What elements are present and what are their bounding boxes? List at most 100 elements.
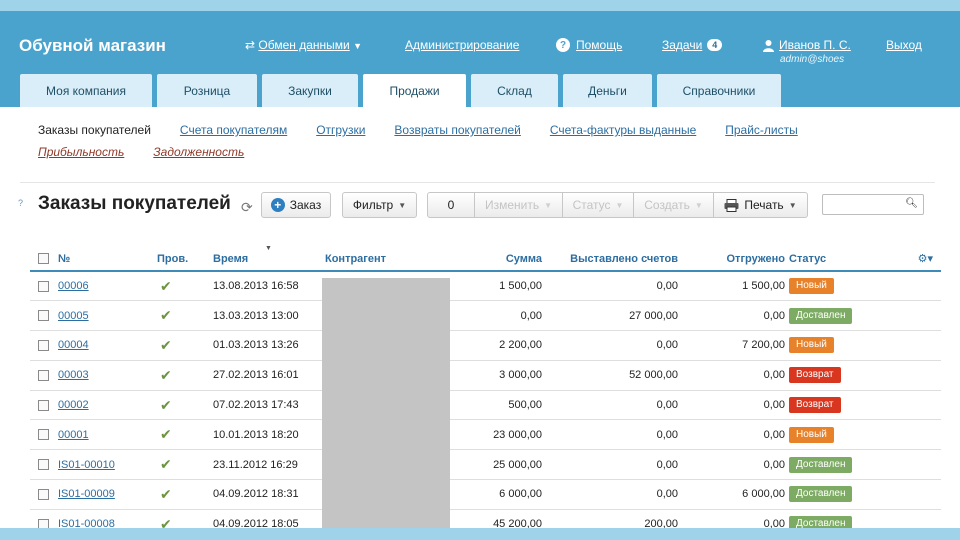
exchange-icon: ⇄ (245, 38, 256, 52)
subnav-invoices[interactable]: Счета покупателям (180, 123, 287, 137)
table-row[interactable]: IS01-00009 ✔ 04.09.2012 18:31 6 000,00 0,00 6… (30, 479, 941, 510)
row-checkbox[interactable] (38, 280, 49, 292)
row-checkbox[interactable] (38, 340, 49, 352)
order-number-link[interactable]: 00001 (58, 429, 89, 441)
subnav-price-lists[interactable]: Прайс-листы (725, 123, 798, 137)
user-menu[interactable]: Иванов П. С. admin@shoes (762, 38, 851, 65)
select-all-checkbox[interactable] (38, 253, 49, 265)
row-end-cell (893, 390, 941, 421)
column-time-label: Время (213, 252, 249, 265)
order-number-link[interactable]: 00003 (58, 369, 89, 381)
subnav-shipments[interactable]: Отгрузки (316, 123, 365, 137)
column-contractor[interactable]: Контрагент (325, 247, 449, 272)
row-checkbox[interactable] (38, 489, 49, 501)
filter-button[interactable]: Фильтр ▼ (342, 192, 417, 218)
table-row[interactable]: 00004 ✔ 01.03.2013 13:26 2 200,00 0,00 7 200,… (30, 330, 941, 361)
search-icon[interactable]: 🔍︎ (905, 198, 918, 209)
status-badge[interactable]: Доставлен (789, 516, 853, 528)
table-header-row: № Пров. Время ▼ Контрагент Сумма Выставл… (30, 245, 941, 272)
table-row[interactable]: 00006 ✔ 13.08.2013 16:58 1 500,00 0,00 1 500,… (30, 271, 941, 302)
sum-cell: 3 000,00 (449, 360, 542, 391)
subnav-returns[interactable]: Возвраты покупателей (394, 123, 520, 137)
checkmark-icon: ✔ (160, 366, 172, 383)
row-checkbox[interactable] (38, 369, 49, 381)
order-number-link[interactable]: IS01-00008 (58, 518, 115, 528)
edit-button[interactable]: Изменить ▼ (474, 192, 563, 218)
shipped-cell: 1 500,00 (678, 271, 785, 302)
user-name: Иванов П. С. (779, 38, 851, 52)
status-badge[interactable]: Доставлен (789, 486, 853, 503)
time-cell: 13.03.2013 13:00 (213, 300, 325, 332)
create-button[interactable]: Создать ▼ (633, 192, 714, 218)
select-all-cell (30, 247, 58, 272)
order-number-link[interactable]: IS01-00010 (58, 459, 115, 471)
add-order-button[interactable]: + Заказ (261, 192, 331, 218)
column-invoiced[interactable]: Выставлено счетов (542, 247, 678, 272)
checked-cell: ✔ (157, 449, 213, 481)
status-cell: Новый (785, 419, 893, 451)
order-number-link[interactable]: 00006 (58, 280, 89, 292)
row-checkbox[interactable] (38, 459, 49, 471)
time-cell: 04.09.2012 18:05 (213, 509, 325, 528)
column-checked[interactable]: Пров. (157, 247, 213, 272)
order-number-link[interactable]: 00005 (58, 310, 89, 322)
help-link[interactable]: ? Помощь (556, 38, 622, 52)
order-number-cell: 00005 (58, 300, 157, 332)
row-checkbox[interactable] (38, 399, 49, 411)
column-shipped[interactable]: Отгружено (678, 247, 785, 272)
table-row[interactable]: IS01-00010 ✔ 23.11.2012 16:29 25 000,00 0,00… (30, 449, 941, 481)
row-checkbox[interactable] (38, 518, 49, 528)
order-number-link[interactable]: IS01-00009 (58, 488, 115, 500)
tasks-link[interactable]: Задачи 4 (662, 38, 723, 52)
table-row[interactable]: 00005 ✔ 13.03.2013 13:00 0,00 27 000,00 0,00 Д… (30, 300, 941, 332)
column-number[interactable]: № (58, 247, 157, 272)
status-badge[interactable]: Новый (789, 426, 834, 443)
invoiced-cell: 0,00 (542, 419, 678, 451)
logout-link[interactable]: Выход (886, 38, 922, 52)
print-button[interactable]: Печать ▼ (713, 192, 808, 218)
tab-warehouse[interactable]: Склад (471, 74, 558, 107)
tab-company[interactable]: Моя компания (20, 74, 152, 107)
tab-references[interactable]: Справочники (657, 74, 781, 107)
status-button[interactable]: Статус ▼ (562, 192, 634, 218)
status-badge[interactable]: Новый (789, 337, 834, 354)
table-row[interactable]: 00003 ✔ 27.02.2013 16:01 3 000,00 52 000,00 0… (30, 360, 941, 391)
column-sum[interactable]: Сумма (449, 247, 542, 272)
status-cell: Доставлен (785, 300, 893, 332)
table-row[interactable]: 00002 ✔ 07.02.2013 17:43 500,00 0,00 0,00 Возв… (30, 390, 941, 421)
checked-cell: ✔ (157, 330, 213, 361)
column-time[interactable]: Время ▼ (213, 245, 325, 272)
help-mark-icon[interactable]: ? (18, 198, 23, 208)
status-badge[interactable]: Новый (789, 278, 834, 295)
table-row[interactable]: 00001 ✔ 10.01.2013 18:20 23 000,00 0,00 0,00 Н… (30, 419, 941, 451)
table-row[interactable]: IS01-00008 ✔ 04.09.2012 18:05 45 200,00 200,… (30, 509, 941, 528)
status-badge[interactable]: Доставлен (789, 456, 853, 473)
row-select-cell (30, 419, 58, 451)
tab-retail[interactable]: Розница (157, 74, 257, 107)
order-number-link[interactable]: 00002 (58, 399, 89, 411)
subnav-tax-invoices[interactable]: Счета-фактуры выданные (550, 123, 696, 137)
app-frame: Обувной магазин ⇄ Обмен данными ▼ Админи… (0, 11, 960, 528)
subnav-debt[interactable]: Задолженность (153, 145, 244, 159)
tab-purchases[interactable]: Закупки (262, 74, 358, 107)
row-end-cell (893, 449, 941, 481)
status-badge[interactable]: Возврат (789, 397, 841, 414)
search-input[interactable]: 🔍︎ (822, 194, 924, 215)
checkmark-icon: ✔ (160, 336, 172, 353)
status-badge[interactable]: Возврат (789, 367, 841, 384)
column-settings[interactable]: ⚙▾ (893, 247, 941, 272)
order-number-link[interactable]: 00004 (58, 339, 89, 351)
exchange-menu[interactable]: ⇄ Обмен данными ▼ (245, 38, 362, 52)
subnav-profitability[interactable]: Прибыльность (38, 145, 124, 159)
row-select-cell (30, 330, 58, 361)
refresh-icon[interactable]: ⟳ (241, 199, 253, 216)
row-checkbox[interactable] (38, 310, 49, 322)
admin-link[interactable]: Администрирование (405, 38, 519, 52)
tab-money[interactable]: Деньги (563, 74, 652, 107)
invoiced-cell: 0,00 (542, 390, 678, 421)
column-status[interactable]: Статус (785, 247, 893, 272)
checkmark-icon: ✔ (160, 277, 172, 294)
tab-sales[interactable]: Продажи (363, 74, 466, 107)
row-checkbox[interactable] (38, 429, 49, 441)
status-badge[interactable]: Доставлен (789, 307, 853, 324)
